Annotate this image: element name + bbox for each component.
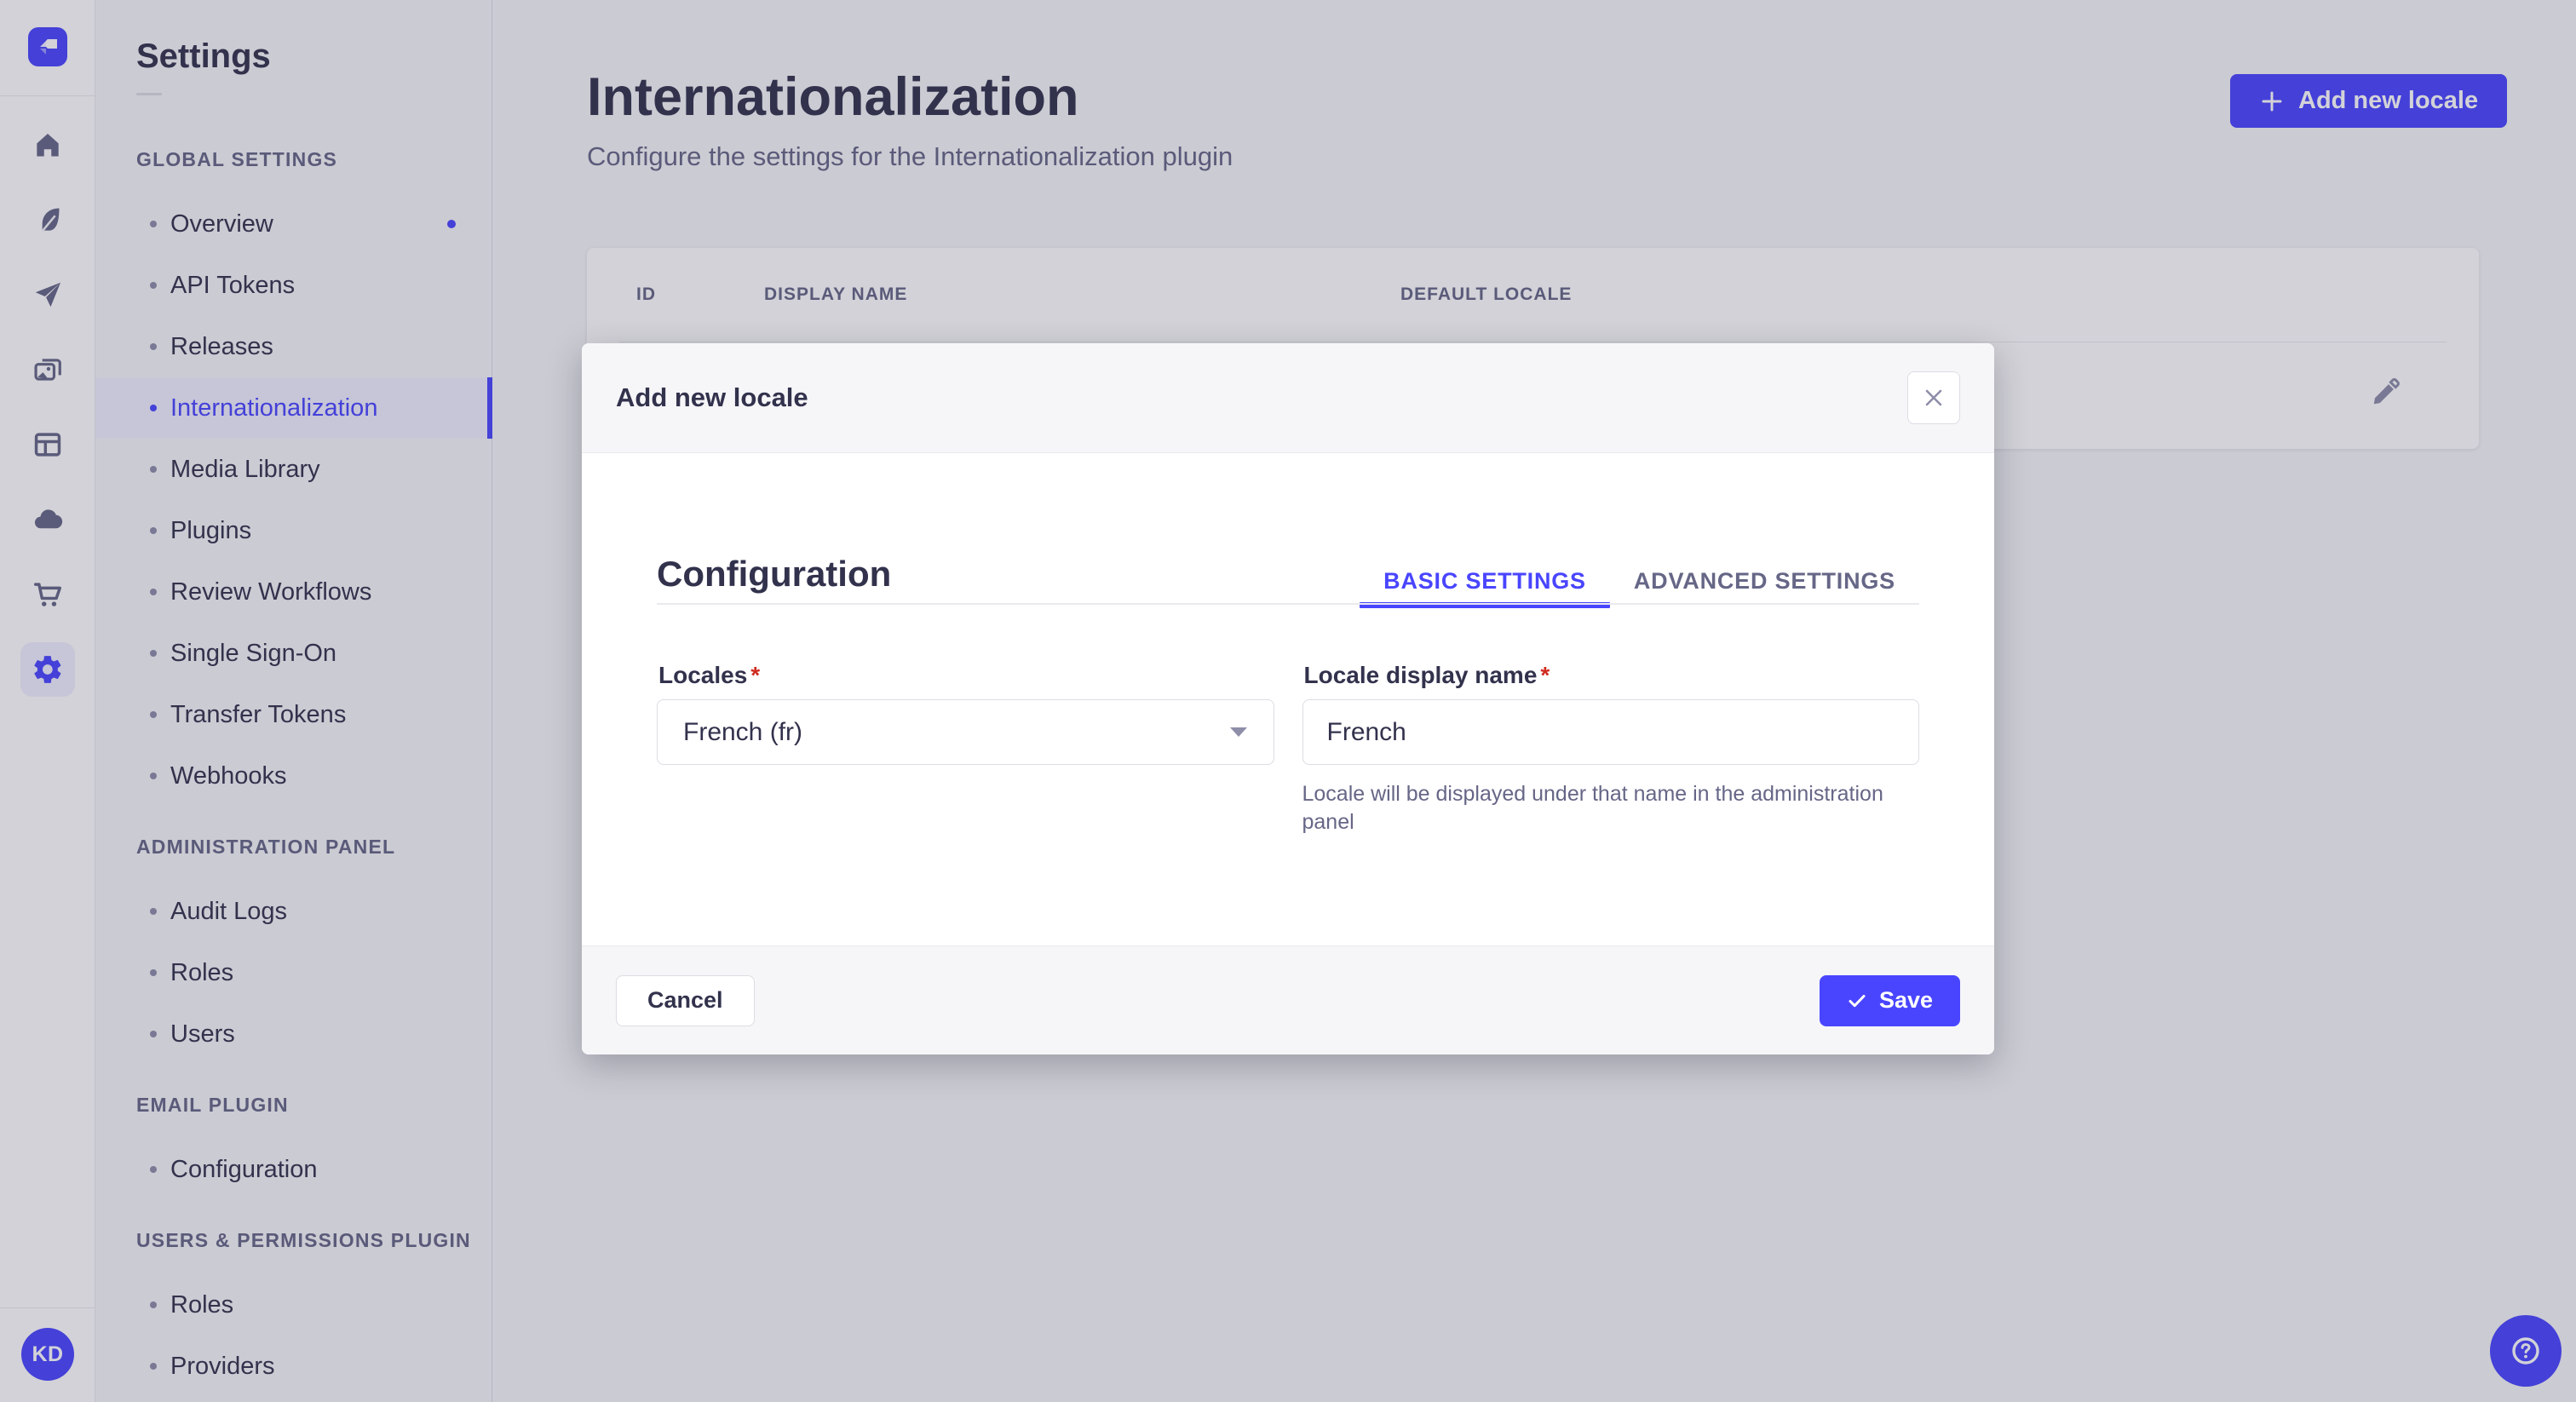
modal-close-button[interactable] (1907, 371, 1960, 424)
locales-select-value: French (fr) (683, 717, 803, 746)
settings-tabs: BASIC SETTINGS ADVANCED SETTINGS (1360, 559, 1919, 608)
configuration-header-row: Configuration BASIC SETTINGS ADVANCED SET… (657, 554, 1919, 608)
add-locale-modal: Add new locale Configuration BASIC SETTI… (582, 343, 1994, 1054)
display-name-field: Locale display name* Locale will be disp… (1302, 662, 1919, 836)
modal-footer: Cancel Save (582, 945, 1994, 1054)
check-icon (1849, 994, 1866, 1007)
form-fields-row: Locales * French (fr) Locale display name… (657, 662, 1919, 836)
chevron-down-icon (1229, 727, 1247, 737)
locales-label: Locales * (658, 662, 761, 688)
tab-basic-settings[interactable]: BASIC SETTINGS (1360, 559, 1610, 608)
cancel-button[interactable]: Cancel (616, 974, 755, 1026)
modal-header: Add new locale (582, 343, 1994, 453)
locale-display-name-input[interactable] (1302, 699, 1919, 765)
close-icon (1925, 389, 1942, 406)
display-name-hint: Locale will be displayed under that name… (1302, 782, 1883, 834)
modal-title: Add new locale (616, 382, 808, 412)
tabs-divider (657, 603, 1919, 605)
locales-field: Locales * French (fr) (657, 662, 1274, 836)
required-asterisk: * (750, 662, 761, 688)
save-button[interactable]: Save (1819, 974, 1960, 1026)
modal-body: Configuration BASIC SETTINGS ADVANCED SET… (582, 453, 1994, 945)
required-asterisk: * (1540, 662, 1550, 688)
locales-select[interactable]: French (fr) (657, 699, 1274, 765)
locale-display-name-label: Locale display name * (1303, 662, 1550, 688)
save-button-label: Save (1878, 987, 1933, 1013)
tab-advanced-settings[interactable]: ADVANCED SETTINGS (1610, 559, 1919, 603)
strapi-settings-screen: KD Settings GLOBAL SETTINGS Overview API T… (0, 0, 2576, 1402)
